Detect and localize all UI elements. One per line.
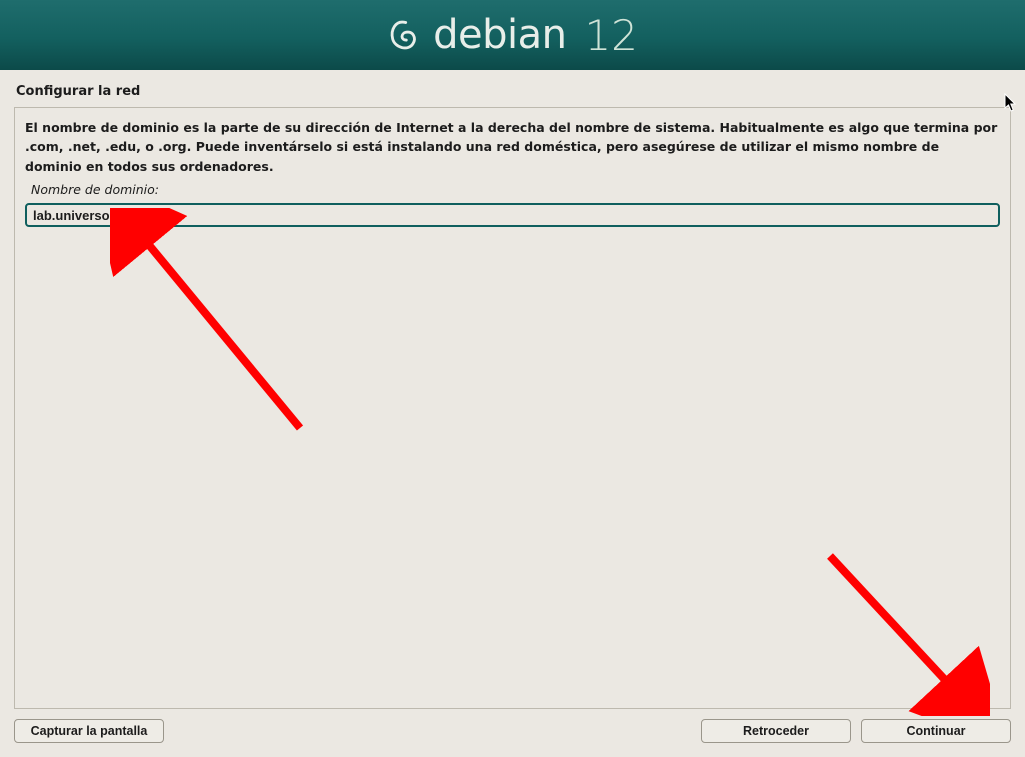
screenshot-button[interactable]: Capturar la pantalla: [14, 719, 164, 743]
domain-input[interactable]: [25, 203, 1000, 227]
brand-version: 12: [584, 11, 637, 60]
content-card: El nombre de dominio es la parte de su d…: [14, 107, 1011, 709]
continue-button[interactable]: Continuar: [861, 719, 1011, 743]
domain-label: Nombre de dominio:: [31, 182, 1000, 197]
page-title: Configurar la red: [0, 70, 1025, 107]
footer-bar: Capturar la pantalla Retroceder Continua…: [0, 709, 1025, 757]
header-banner: debian 12: [0, 0, 1025, 70]
back-button[interactable]: Retroceder: [701, 719, 851, 743]
annotation-arrow-input: [110, 208, 330, 438]
annotation-arrow-continue: [810, 536, 990, 716]
brand-name: debian: [433, 12, 566, 58]
debian-swirl-icon: [387, 14, 421, 56]
description-text: El nombre de dominio es la parte de su d…: [25, 118, 1000, 176]
